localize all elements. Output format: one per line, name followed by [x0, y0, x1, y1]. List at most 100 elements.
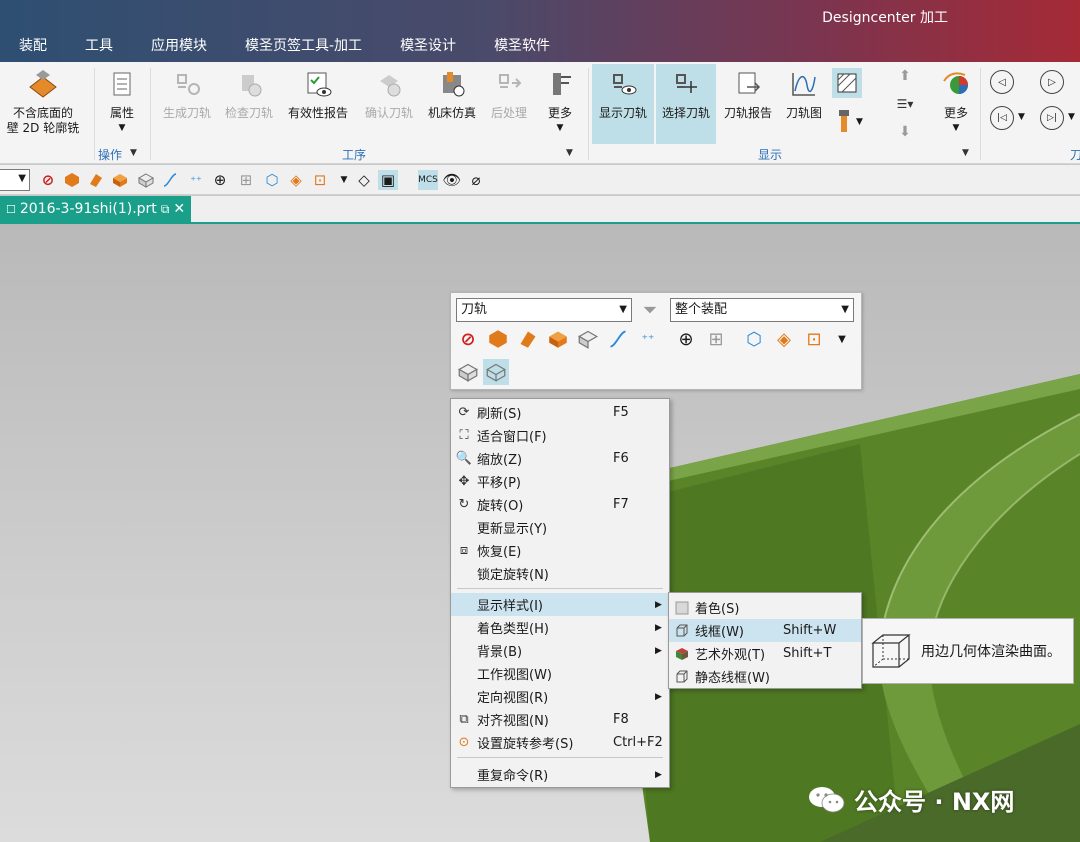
shaded-view-icon[interactable]: ◇	[354, 170, 374, 190]
cube-snap-icon[interactable]: ◈	[286, 170, 306, 190]
filter-funnel-icon[interactable]: ⏷	[637, 297, 663, 323]
menu-item-repeat-command[interactable]: 重复命令(R) ▶	[451, 763, 669, 786]
verify-toolpath-button[interactable]: 检查刀轨	[220, 64, 278, 144]
menu-mosheng-design[interactable]: 模圣设计	[381, 34, 475, 58]
step-forward-icon[interactable]: ▷|	[1040, 106, 1064, 130]
menu-tools[interactable]: 工具	[66, 34, 132, 58]
confirm-toolpath-icon	[371, 66, 407, 102]
play-forward-icon[interactable]: ▷	[1040, 70, 1064, 94]
type-filter-select[interactable]: ▼	[0, 169, 30, 191]
display-toolpath-button[interactable]: 显示刀轨	[592, 64, 654, 144]
list-select-icon[interactable]: ☰▾	[897, 97, 914, 111]
postprocess-button[interactable]: 后处理	[484, 64, 534, 144]
menu-separator	[457, 757, 663, 758]
menu-item-background[interactable]: 背景(B) ▶	[451, 639, 669, 662]
curve-filter-icon[interactable]	[160, 170, 180, 190]
mcs-icon[interactable]: MCS	[418, 170, 438, 190]
body-filter-icon[interactable]	[485, 326, 511, 352]
menu-mosheng-software[interactable]: 模圣软件	[475, 34, 569, 58]
menu-item-lock-rotation[interactable]: 锁定旋转(N)	[451, 562, 669, 585]
toolpath-hatch-button[interactable]	[832, 68, 862, 98]
planar-profile-button[interactable]: 不含底面的 壁 2D 轮廓铣	[0, 64, 86, 144]
menu-item-update-display[interactable]: 更新显示(Y)	[451, 516, 669, 539]
sheet-filter-icon[interactable]	[575, 326, 601, 352]
type-filter-dropdown[interactable]: 刀轨 ▼	[456, 298, 632, 322]
solid-filter-icon[interactable]	[110, 170, 130, 190]
machine-simulation-button[interactable]: 机床仿真	[422, 64, 482, 144]
cancel-icon[interactable]: ⊘	[38, 170, 58, 190]
menu-item-set-rotation-reference[interactable]: ⊙ 设置旋转参考(S) Ctrl+F2	[451, 731, 669, 754]
scope-dropdown[interactable]: 整个装配 ▼	[670, 298, 854, 322]
move-down-icon[interactable]: ⬇	[899, 124, 911, 140]
menu-item-pan[interactable]: ✥ 平移(P)	[451, 470, 669, 493]
face-filter-icon[interactable]	[86, 170, 106, 190]
close-icon[interactable]: ✕	[173, 201, 185, 217]
menu-item-rotate[interactable]: ↻ 旋转(O) F7	[451, 493, 669, 516]
submenu-item-shaded[interactable]: 着色(S)	[669, 596, 861, 619]
pan-icon: ✥	[458, 474, 470, 489]
snap-point-icon[interactable]: ⊕	[673, 326, 699, 352]
move-up-icon[interactable]: ⬆	[899, 68, 911, 84]
face-filter-icon[interactable]	[515, 326, 541, 352]
toolpath-graph-button[interactable]: 刀轨图	[780, 64, 828, 144]
sheet-filter-icon[interactable]	[136, 170, 156, 190]
display-group-expand-icon[interactable]: ▼	[962, 148, 969, 158]
menu-item-zoom[interactable]: 🔍 缩放(Z) F6	[451, 447, 669, 470]
shaded-view-icon[interactable]	[455, 359, 481, 385]
validity-report-button[interactable]: 有效性报告	[282, 64, 354, 144]
menu-item-work-view[interactable]: 工作视图(W)	[451, 662, 669, 685]
operations-group-expand-icon[interactable]: ▼	[130, 148, 137, 158]
curve-filter-icon[interactable]	[605, 326, 631, 352]
process-more-button[interactable]: 更多 ▼	[538, 64, 582, 144]
display-more-button[interactable]: 更多 ▼	[934, 64, 978, 144]
wireframe-view-icon[interactable]	[483, 359, 509, 385]
file-tab[interactable]: ☐ 2016-3-91shi(1).prt ⧉ ✕	[0, 196, 192, 222]
snap-point-icon[interactable]: ⊕	[210, 170, 230, 190]
step-backward-icon[interactable]: |◁	[990, 106, 1014, 130]
snap-point-disabled-icon[interactable]: ⊞	[236, 170, 256, 190]
menu-mosheng-tab-tools[interactable]: 模圣页签工具-加工	[226, 34, 381, 58]
menu-item-label: 显示样式(I)	[477, 599, 543, 614]
hexagon-icon[interactable]: ⬡	[741, 326, 767, 352]
confirm-toolpath-button[interactable]: 确认刀轨	[358, 64, 420, 144]
caret-down-icon[interactable]: ▼	[334, 170, 354, 190]
cancel-icon[interactable]: ⊘	[455, 326, 481, 352]
hide-icon[interactable]: ⌀	[466, 170, 486, 190]
show-eye-icon[interactable]: 👁	[442, 170, 462, 190]
point-filter-icon[interactable]: ⁺⁺	[635, 326, 661, 352]
submenu-arrow-icon: ▶	[655, 691, 662, 702]
solid-filter-icon[interactable]	[545, 326, 571, 352]
menu-item-orient-view[interactable]: 定向视图(R) ▶	[451, 685, 669, 708]
attributes-button[interactable]: 属性 ▼	[100, 64, 144, 144]
popout-icon[interactable]: ⧉	[161, 202, 170, 217]
attributes-icon	[104, 66, 140, 102]
snap-point-disabled-icon[interactable]: ⊞	[703, 326, 729, 352]
submenu-item-artistic[interactable]: 艺术外观(T) Shift+T	[669, 642, 861, 665]
box-point-icon[interactable]: ⊡	[801, 326, 827, 352]
body-filter-icon[interactable]	[62, 170, 82, 190]
hexagon-icon[interactable]: ⬡	[262, 170, 282, 190]
toolpath-report-button[interactable]: 刀轨报告	[718, 64, 778, 144]
menu-item-restore[interactable]: ⧈ 恢复(E)	[451, 539, 669, 562]
point-filter-icon[interactable]: ⁺⁺	[186, 170, 206, 190]
generate-toolpath-button[interactable]: 生成刀轨	[158, 64, 216, 144]
cube-snap-icon[interactable]: ◈	[771, 326, 797, 352]
menu-applications[interactable]: 应用模块	[132, 34, 226, 58]
tool-display-button[interactable]: ▼	[836, 108, 866, 136]
process-group-expand-icon[interactable]: ▼	[566, 148, 573, 158]
submenu-item-wireframe[interactable]: 线框(W) Shift+W	[669, 619, 861, 642]
caret-down-icon[interactable]: ▼	[829, 326, 855, 352]
menu-assembly[interactable]: 装配	[0, 34, 66, 58]
menu-item-shading-type[interactable]: 着色类型(H) ▶	[451, 616, 669, 639]
menu-item-display-style[interactable]: 显示样式(I) ▶	[451, 593, 669, 616]
menu-item-refresh[interactable]: ⟳ 刷新(S) F5	[451, 401, 669, 424]
menu-item-fit-window[interactable]: ⛶ 适合窗口(F)	[451, 424, 669, 447]
wireframe-view-icon[interactable]: ▣	[378, 170, 398, 190]
select-toolpath-button[interactable]: 选择刀轨	[656, 64, 716, 144]
menu-item-label: 更新显示(Y)	[477, 522, 548, 537]
menu-item-align-view[interactable]: ⧉ 对齐视图(N) F8	[451, 708, 669, 731]
play-backward-icon[interactable]: ◁	[990, 70, 1014, 94]
box-point-icon[interactable]: ⊡	[310, 170, 330, 190]
submenu-item-static-wireframe[interactable]: 静态线框(W)	[669, 665, 861, 688]
process-more-label: 更多	[547, 106, 572, 120]
